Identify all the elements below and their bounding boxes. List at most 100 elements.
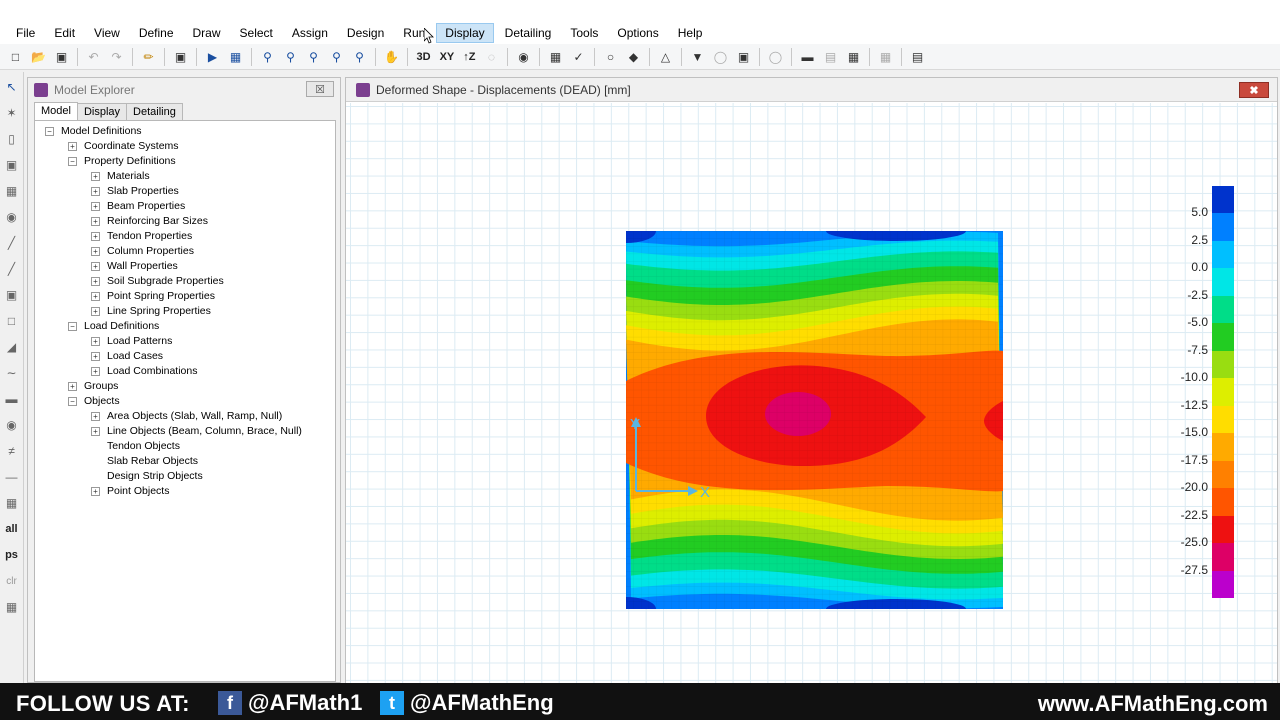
collapse-icon[interactable]: − [68,322,77,331]
strip-icon[interactable]: ▬ [797,47,817,67]
expand-icon[interactable]: + [91,202,100,211]
tree-node[interactable]: Design Strip Objects [35,469,335,484]
tree-node[interactable]: + Slab Properties [35,184,335,199]
tree-node[interactable]: + Point Spring Properties [35,289,335,304]
previous-selection-button[interactable]: ps [2,544,22,566]
expand-icon[interactable]: + [91,247,100,256]
zoom-out-icon[interactable]: ⚲ [327,47,347,67]
draw-line-icon[interactable]: ╱ [2,232,22,254]
tree-node[interactable]: + Line Objects (Beam, Column, Brace, Null… [35,424,335,439]
draw-dimension-icon[interactable]: ≠ [2,440,22,462]
tree-node[interactable]: + Reinforcing Bar Sizes [35,214,335,229]
tree-node[interactable]: + Load Cases [35,349,335,364]
circle-icon[interactable]: ○ [600,47,620,67]
tree-node[interactable]: + Area Objects (Slab, Wall, Ramp, Null) [35,409,335,424]
tree-node[interactable]: + Beam Properties [35,199,335,214]
tree-node[interactable]: + Column Properties [35,244,335,259]
camera-icon[interactable]: ▣ [733,47,753,67]
tree-node[interactable]: + Coordinate Systems [35,139,335,154]
draw-point-icon[interactable]: ◉ [2,414,22,436]
draw-beam-icon[interactable]: ╱ [2,258,22,280]
frame-icon[interactable]: ▦ [843,47,863,67]
view-3d-button[interactable]: 3D [414,47,434,67]
draw-tendon-icon[interactable]: ∼ [2,362,22,384]
expand-icon[interactable]: + [91,172,100,181]
clear-selection-button[interactable]: clr [2,570,22,592]
expand-icon[interactable]: + [91,262,100,271]
draw-mesh-icon[interactable]: ▦ [2,492,22,514]
tree-node[interactable]: Tendon Objects [35,439,335,454]
menu-design[interactable]: Design [339,24,392,42]
view-z-button[interactable]: ↑Z [460,47,478,67]
draw-strip-icon[interactable]: ▬ [2,388,22,410]
expand-icon[interactable]: + [68,382,77,391]
expand-icon[interactable]: + [91,232,100,241]
zoom-prev-icon[interactable]: ⚲ [350,47,370,67]
perspective-icon[interactable]: ◉ [513,47,533,67]
tree-node[interactable]: + Wall Properties [35,259,335,274]
tree-node[interactable]: − Objects [35,394,335,409]
expand-icon[interactable]: + [91,292,100,301]
draw-area-icon[interactable]: ▯ [2,128,22,150]
select-options-icon[interactable]: ▦ [545,47,565,67]
pencil-icon[interactable]: ✏ [139,47,159,67]
menu-help[interactable]: Help [670,24,711,42]
layer-icon[interactable]: ▤ [820,47,840,67]
snap-icon[interactable]: ▦ [2,596,22,618]
check-icon[interactable]: ✓ [568,47,588,67]
menu-view[interactable]: View [86,24,128,42]
menu-options[interactable]: Options [609,24,666,42]
menu-detailing[interactable]: Detailing [497,24,560,42]
menu-tools[interactable]: Tools [562,24,606,42]
close-icon[interactable]: ✖ [1239,82,1269,98]
load-icon[interactable]: ▼ [687,47,707,67]
collapse-icon[interactable]: − [68,157,77,166]
expand-icon[interactable]: + [91,352,100,361]
expand-icon[interactable]: + [91,187,100,196]
redo-icon[interactable]: ↷ [107,47,127,67]
expand-icon[interactable]: + [91,217,100,226]
menu-file[interactable]: File [8,24,43,42]
reshape-icon[interactable]: ✶ [2,102,22,124]
tree-node[interactable]: + Point Objects [35,484,335,499]
expand-icon[interactable]: + [91,367,100,376]
tab-model[interactable]: Model [34,102,78,120]
open-icon[interactable]: 📂 [29,47,49,67]
expand-icon[interactable]: + [91,487,100,496]
pan-icon[interactable]: ✋ [382,47,402,67]
draw-line-load-icon[interactable]: — [2,466,22,488]
collapse-icon[interactable]: − [68,397,77,406]
expand-icon[interactable]: + [91,337,100,346]
close-icon[interactable]: ☒ [306,81,334,97]
menu-define[interactable]: Define [131,24,182,42]
menu-display[interactable]: Display [436,23,494,43]
zoom-window-icon[interactable]: ⚲ [258,47,278,67]
draw-circle-icon[interactable]: ◉ [2,206,22,228]
save-icon[interactable]: ▣ [52,47,72,67]
menu-assign[interactable]: Assign [284,24,336,42]
zoom-in-icon[interactable]: ⚲ [281,47,301,67]
expand-icon[interactable]: + [91,307,100,316]
draw-wall-icon[interactable]: □ [2,310,22,332]
draw-region-icon[interactable]: ▦ [2,180,22,202]
tab-detailing[interactable]: Detailing [126,103,183,120]
select-all-button[interactable]: all [2,518,22,540]
force-icon[interactable]: ◯ [765,47,785,67]
undo-icon[interactable]: ↶ [84,47,104,67]
draw-column-icon[interactable]: ▣ [2,284,22,306]
deformed-icon[interactable]: ◯ [710,47,730,67]
tree-node[interactable]: + Line Spring Properties [35,304,335,319]
menu-draw[interactable]: Draw [185,24,229,42]
tree-node[interactable]: − Model Definitions [35,124,335,139]
tree-node[interactable]: + Load Patterns [35,334,335,349]
shape-icon[interactable]: ◆ [623,47,643,67]
tree-node[interactable]: + Tendon Properties [35,229,335,244]
run-icon[interactable]: ▶ [203,47,223,67]
tree-node[interactable]: + Materials [35,169,335,184]
view-xy-button[interactable]: XY [437,47,458,67]
expand-icon[interactable]: + [91,427,100,436]
tree-node[interactable]: + Groups [35,379,335,394]
draw-ramp-icon[interactable]: ◢ [2,336,22,358]
display-results-icon[interactable]: ▦ [226,47,246,67]
collapse-icon[interactable]: − [45,127,54,136]
